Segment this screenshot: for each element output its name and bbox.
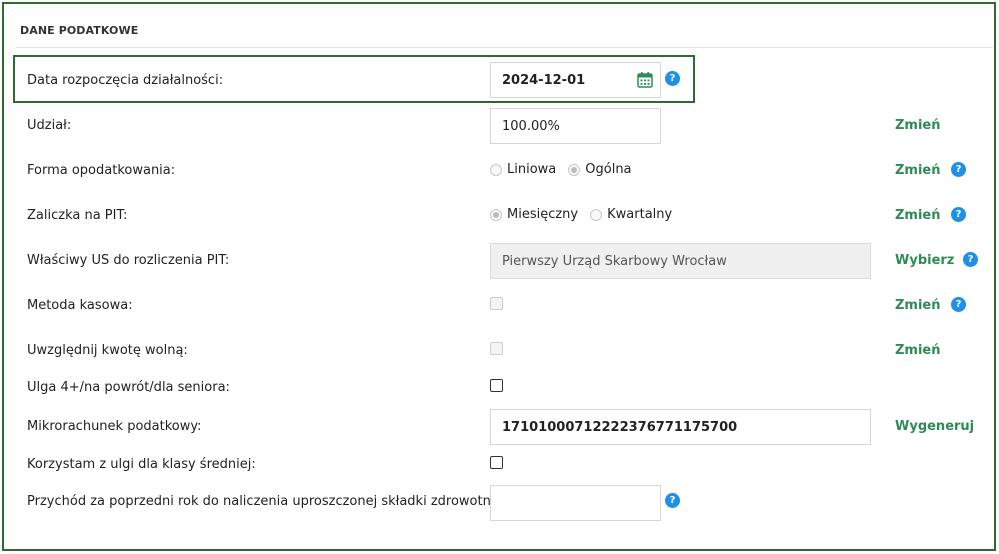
radio-linear-label: Liniowa [507, 162, 557, 177]
free-amount-label: Uwzględnij kwotę wolną: [27, 343, 188, 358]
start-date-help-icon[interactable]: ? [665, 71, 680, 86]
radio-general-label: Ogólna [585, 162, 632, 177]
share-label: Udział: [27, 118, 72, 133]
cash-method-checkbox [490, 297, 503, 310]
radio-monthly-label: Miesięczny [507, 207, 579, 222]
radio-monthly[interactable] [490, 208, 502, 221]
cash-method-label: Metoda kasowa: [27, 298, 133, 313]
micro-account-label: Mikrorachunek podatkowy: [27, 419, 202, 434]
section-divider [16, 47, 993, 48]
section-title: DANE PODATKOWE [20, 24, 139, 37]
free-amount-change-link[interactable]: Zmień [895, 343, 941, 358]
radio-linear[interactable] [490, 163, 502, 176]
radio-general[interactable] [568, 163, 581, 176]
micro-account-input[interactable]: 17101000712222376771175700 [490, 409, 871, 445]
pit-advance-option-quarterly[interactable]: Kwartalny [590, 207, 672, 222]
micro-account-generate-link[interactable]: Wygeneruj [895, 419, 974, 434]
relief-checkbox[interactable] [490, 379, 503, 392]
cash-method-help-icon[interactable]: ? [951, 297, 966, 312]
middle-class-label: Korzystam z ulgi dla klasy średniej: [27, 457, 256, 472]
cash-method-change-link[interactable]: Zmień [895, 298, 941, 313]
pit-advance-label: Zaliczka na PIT: [27, 208, 128, 223]
pit-advance-option-monthly[interactable]: Miesięczny [490, 207, 578, 222]
prev-income-input[interactable] [490, 485, 661, 521]
pit-advance-change-link[interactable]: Zmień [895, 208, 941, 223]
middle-class-checkbox[interactable] [490, 456, 503, 469]
prev-income-label: Przychód za poprzedni rok do naliczenia … [27, 494, 507, 509]
calendar-icon[interactable] [637, 71, 653, 88]
prev-income-help-icon[interactable]: ? [665, 493, 680, 508]
pit-advance-radio-group: Miesięczny Kwartalny [490, 207, 684, 222]
tax-office-help-icon[interactable]: ? [963, 252, 978, 267]
tax-office-input: Pierwszy Urząd Skarbowy Wrocław [490, 243, 871, 279]
tax-form-option-general[interactable]: Ogólna [568, 162, 632, 177]
share-input[interactable]: 100.00% [490, 108, 661, 144]
tax-office-label: Właściwy US do rozliczenia PIT: [27, 253, 230, 268]
radio-quarterly-label: Kwartalny [607, 207, 673, 222]
tax-office-select-link[interactable]: Wybierz [895, 253, 954, 268]
tax-form-label: Forma opodatkowania: [27, 163, 176, 178]
tax-form-help-icon[interactable]: ? [951, 162, 966, 177]
tax-form-change-link[interactable]: Zmień [895, 163, 941, 178]
relief-label: Ulga 4+/na powrót/dla seniora: [27, 380, 230, 395]
pit-advance-help-icon[interactable]: ? [951, 207, 966, 222]
start-date-input[interactable]: 2024-12-01 [490, 62, 661, 98]
share-change-link[interactable]: Zmień [895, 118, 941, 133]
tax-form-option-linear[interactable]: Liniowa [490, 162, 556, 177]
tax-form-radio-group: Liniowa Ogólna [490, 162, 644, 177]
start-date-label: Data rozpoczęcia działalności: [27, 73, 224, 88]
free-amount-checkbox [490, 342, 503, 355]
radio-quarterly[interactable] [590, 208, 603, 221]
